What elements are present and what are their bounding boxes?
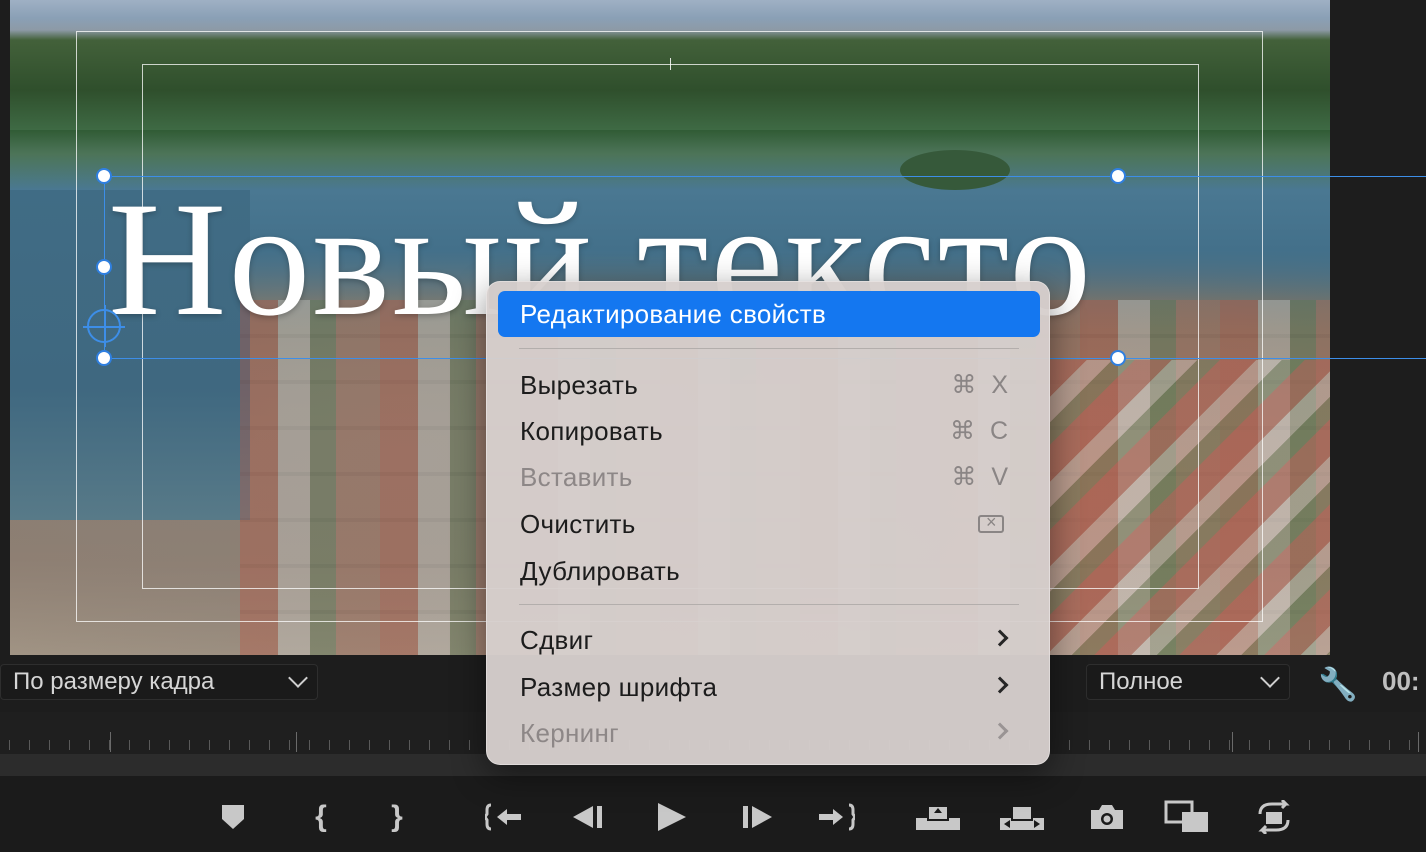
lift-icon[interactable]: [914, 796, 962, 838]
menu-item-label: Сдвиг: [520, 624, 594, 655]
resize-handle-top[interactable]: [1110, 168, 1126, 184]
menu-item-label: Кернинг: [520, 717, 619, 748]
extract-icon[interactable]: [998, 796, 1046, 838]
anchor-point-icon[interactable]: [83, 305, 125, 347]
chevron-down-icon: [288, 668, 308, 688]
menu-item-label: Вырезать: [520, 369, 639, 400]
menu-item-font-size[interactable]: Размер шрифта: [498, 664, 1040, 710]
overwrite-icon[interactable]: [1252, 796, 1296, 838]
menu-item-shift[interactable]: Сдвиг: [498, 617, 1040, 663]
clear-key-icon: [978, 512, 1004, 533]
mark-out-icon[interactable]: }: [376, 796, 418, 838]
menu-item-label: Очистить: [520, 508, 636, 539]
menu-separator: [519, 604, 1019, 605]
menu-item-label: Размер шрифта: [520, 671, 718, 702]
menu-item-copy[interactable]: Копировать ⌘ C: [498, 408, 1040, 454]
menu-item-duplicate[interactable]: Дублировать: [498, 548, 1040, 594]
step-forward-icon[interactable]: [736, 796, 778, 838]
go-to-out-icon[interactable]: [814, 796, 856, 838]
chevron-down-icon: [1260, 668, 1280, 688]
menu-item-paste[interactable]: Вставить ⌘ V: [498, 454, 1040, 500]
ruler-major-tick: [1418, 732, 1419, 752]
shortcut-copy: ⌘ C: [950, 417, 1012, 445]
chevron-right-icon: [991, 722, 1009, 740]
add-marker-icon[interactable]: [212, 796, 254, 838]
context-menu: Редактирование свойств Вырезать ⌘ X Копи…: [486, 281, 1050, 765]
timecode-display[interactable]: 00:: [1382, 666, 1420, 697]
shortcut-cut: ⌘ X: [951, 371, 1012, 399]
resize-handle-top-left[interactable]: [96, 168, 112, 184]
shortcut-paste: ⌘ V: [951, 463, 1012, 491]
menu-item-label: Копировать: [520, 415, 663, 446]
menu-item-cut[interactable]: Вырезать ⌘ X: [498, 362, 1040, 408]
resize-handle-bottom[interactable]: [1110, 350, 1126, 366]
safe-center-tick: [670, 58, 671, 70]
zoom-level-select[interactable]: По размеру кадра: [0, 664, 318, 700]
selection-top-edge[interactable]: [104, 176, 1426, 177]
mark-in-icon[interactable]: {: [300, 796, 342, 838]
ruler-major-tick: [1232, 732, 1233, 752]
export-frame-camera-icon[interactable]: [1086, 796, 1128, 838]
insert-icon[interactable]: [1164, 796, 1212, 838]
menu-item-kerning[interactable]: Кернинг: [498, 710, 1040, 756]
ruler-major-tick: [110, 732, 111, 752]
menu-separator: [519, 348, 1019, 349]
chevron-right-icon: [991, 629, 1009, 647]
menu-item-label: Дублировать: [520, 555, 680, 586]
ruler-major-tick: [296, 732, 297, 752]
playback-resolution-value: Полное: [1099, 668, 1184, 695]
step-back-icon[interactable]: [567, 796, 609, 838]
wrench-settings-icon[interactable]: 🔧: [1318, 664, 1358, 704]
menu-item-label: Редактирование свойств: [520, 298, 827, 329]
go-to-in-icon[interactable]: [484, 796, 526, 838]
resize-handle-bottom-left[interactable]: [96, 350, 112, 366]
resize-handle-left[interactable]: [96, 259, 112, 275]
menu-item-label: Вставить: [520, 461, 633, 492]
play-icon[interactable]: [650, 796, 692, 838]
menu-item-clear[interactable]: Очистить: [498, 501, 1040, 547]
menu-item-edit-properties[interactable]: Редактирование свойств: [498, 291, 1040, 337]
zoom-level-value: По размеру кадра: [13, 668, 215, 695]
chevron-right-icon: [991, 676, 1009, 694]
playback-resolution-select[interactable]: Полное: [1086, 664, 1290, 700]
